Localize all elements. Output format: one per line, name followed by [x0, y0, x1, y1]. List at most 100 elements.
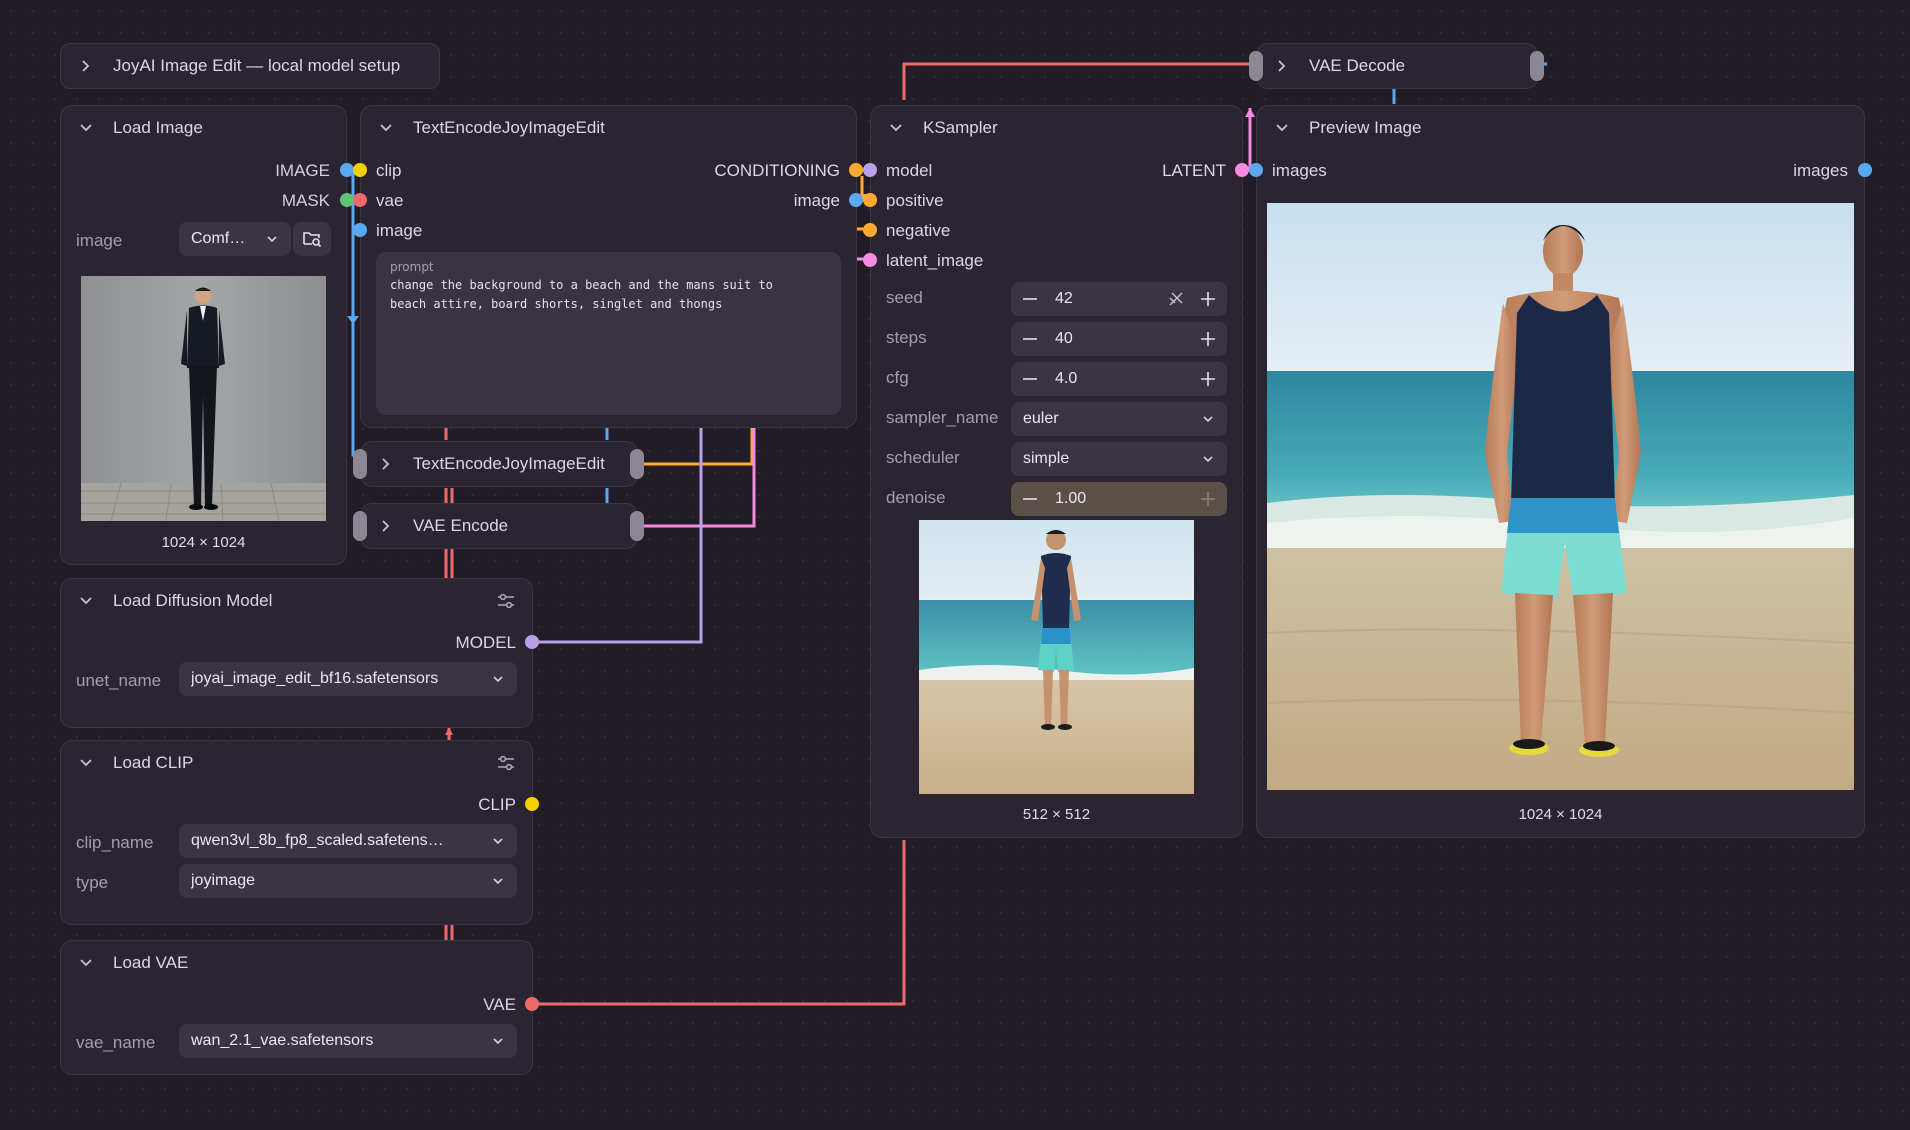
collapsed-input-handle[interactable]: [353, 511, 367, 541]
collapsed-output-handle[interactable]: [1530, 51, 1544, 81]
chevron-down-icon: [491, 672, 505, 686]
image-size-caption: 1024 × 1024: [161, 534, 246, 551]
chevron-down-icon[interactable]: [77, 119, 95, 137]
output-label-latent: LATENT: [1162, 161, 1226, 180]
seed-input[interactable]: 42: [1011, 282, 1227, 316]
chevron-down-icon[interactable]: [77, 592, 95, 610]
scheduler-select[interactable]: simple: [1011, 442, 1227, 476]
input-port-vae[interactable]: [353, 193, 367, 207]
collapsed-input-handle[interactable]: [1249, 51, 1263, 81]
load-diffusion-model-node[interactable]: Load Diffusion Model MODEL unet_name joy…: [60, 578, 533, 728]
minus-icon[interactable]: [1021, 370, 1039, 388]
steps-value: 40: [1055, 330, 1073, 347]
plus-icon[interactable]: [1199, 370, 1217, 388]
vae-encode-node[interactable]: VAE Encode: [360, 503, 638, 549]
output-label-clip: CLIP: [478, 795, 516, 814]
input-port-images[interactable]: [1249, 163, 1263, 177]
node-graph-canvas[interactable]: JoyAI Image Edit — local model setup Loa…: [0, 0, 1910, 1130]
input-label-clip: clip: [376, 161, 402, 180]
load-image-node[interactable]: Load Image IMAGE MASK image Comf… 1024 ×…: [60, 105, 347, 565]
output-port-mask[interactable]: [340, 193, 354, 207]
settings-sliders-icon[interactable]: [496, 753, 516, 778]
widget-label-scheduler: scheduler: [886, 448, 960, 467]
collapsed-input-handle[interactable]: [353, 449, 367, 479]
chevron-down-icon: [265, 232, 279, 246]
output-port-image[interactable]: [340, 163, 354, 177]
minus-icon[interactable]: [1021, 330, 1039, 348]
chevron-right-icon[interactable]: [77, 57, 95, 75]
node-title: Preview Image: [1309, 118, 1422, 137]
output-port-latent[interactable]: [1235, 163, 1249, 177]
settings-sliders-icon[interactable]: [496, 591, 516, 616]
plus-icon[interactable]: [1199, 290, 1217, 308]
output-port-clip[interactable]: [525, 797, 539, 811]
widget-label-image: image: [76, 231, 123, 250]
preview-image-node[interactable]: Preview Image images images 1024 × 1024: [1256, 105, 1865, 838]
chevron-down-icon: [491, 1034, 505, 1048]
cfg-input[interactable]: 4.0: [1011, 362, 1227, 396]
preview-size-caption: 512 × 512: [1022, 806, 1091, 823]
denoise-slider[interactable]: 1.00: [1011, 482, 1227, 516]
group-node-title: JoyAI Image Edit — local model setup: [113, 56, 401, 75]
input-port-clip[interactable]: [353, 163, 367, 177]
chevron-right-icon[interactable]: [1273, 57, 1291, 75]
group-node-joyai[interactable]: JoyAI Image Edit — local model setup: [60, 43, 440, 89]
text-encode-node[interactable]: TextEncodeJoyImageEdit clip vae image CO…: [360, 105, 857, 428]
input-port-positive[interactable]: [863, 193, 877, 207]
image-select[interactable]: Comf…: [179, 222, 291, 256]
unet-name-select[interactable]: joyai_image_edit_bf16.safetensors: [179, 662, 517, 696]
collapsed-output-handle[interactable]: [630, 449, 644, 479]
sampler-name-value: euler: [1023, 410, 1059, 427]
input-label-latent-image: latent_image: [886, 251, 984, 270]
denoise-value: 1.00: [1055, 490, 1087, 507]
output-label-mask: MASK: [281, 191, 330, 210]
chevron-down-icon[interactable]: [77, 754, 95, 772]
output-port-images[interactable]: [1858, 163, 1872, 177]
chevron-down-icon[interactable]: [1273, 119, 1291, 137]
prompt-text: change the background to a beach and the…: [390, 278, 773, 311]
unet-name-value: joyai_image_edit_bf16.safetensors: [191, 670, 439, 687]
type-select[interactable]: joyimage: [179, 864, 517, 898]
plus-icon[interactable]: [1199, 330, 1217, 348]
steps-input[interactable]: 40: [1011, 322, 1227, 356]
input-port-image[interactable]: [353, 223, 367, 237]
output-label-image: image: [793, 191, 840, 210]
plus-icon[interactable]: [1199, 490, 1217, 508]
seed-value: 42: [1055, 290, 1073, 307]
prompt-textarea[interactable]: prompt change the background to a beach …: [376, 252, 841, 415]
widget-label-steps: steps: [886, 328, 927, 347]
node-title: Load CLIP: [113, 753, 194, 772]
cfg-value: 4.0: [1055, 370, 1078, 387]
chevron-right-icon[interactable]: [377, 517, 395, 535]
vae-name-select[interactable]: wan_2.1_vae.safetensors: [179, 1024, 517, 1058]
chevron-down-icon[interactable]: [77, 954, 95, 972]
chevron-right-icon[interactable]: [377, 455, 395, 473]
minus-icon[interactable]: [1021, 290, 1039, 308]
clip-name-select[interactable]: qwen3vl_8b_fp8_scaled.safetens…: [179, 824, 517, 858]
output-port-vae[interactable]: [525, 997, 539, 1011]
upload-button[interactable]: [293, 222, 331, 256]
load-vae-node[interactable]: Load VAE VAE vae_name wan_2.1_vae.safete…: [60, 940, 533, 1075]
text-encode-collapsed-node[interactable]: TextEncodeJoyImageEdit: [360, 441, 638, 487]
input-label-negative: negative: [886, 221, 951, 240]
input-port-model[interactable]: [863, 163, 877, 177]
image-select-value: Comf…: [191, 230, 246, 247]
chevron-down-icon[interactable]: [377, 119, 395, 137]
ksampler-node[interactable]: KSampler model positive negative latent_…: [870, 105, 1243, 838]
vae-decode-node[interactable]: VAE Decode: [1256, 43, 1538, 89]
output-port-image[interactable]: [849, 193, 863, 207]
output-port-model[interactable]: [525, 635, 539, 649]
random-off-icon[interactable]: [1167, 290, 1185, 313]
output-size-caption: 1024 × 1024: [1518, 806, 1603, 823]
widget-label-vae-name: vae_name: [76, 1033, 156, 1052]
chevron-down-icon[interactable]: [887, 119, 905, 137]
load-clip-node[interactable]: Load CLIP CLIP clip_name qwen3vl_8b_fp8_…: [60, 740, 533, 925]
collapsed-output-handle[interactable]: [630, 511, 644, 541]
output-port-conditioning[interactable]: [849, 163, 863, 177]
input-port-latent-image[interactable]: [863, 253, 877, 267]
output-label-image: IMAGE: [275, 161, 330, 180]
sampler-name-select[interactable]: euler: [1011, 402, 1227, 436]
input-port-negative[interactable]: [863, 223, 877, 237]
minus-icon[interactable]: [1021, 490, 1039, 508]
prompt-label: prompt: [390, 260, 434, 274]
